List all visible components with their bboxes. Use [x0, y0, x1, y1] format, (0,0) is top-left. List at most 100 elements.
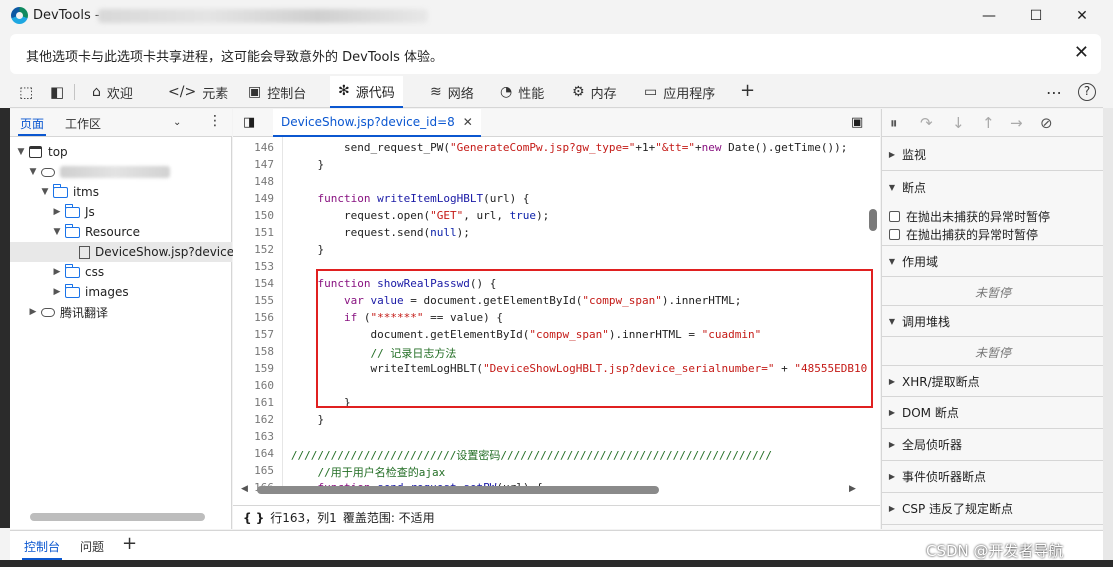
more-vertical-icon[interactable]: ⋮ [208, 113, 222, 129]
line-number[interactable]: 147 [254, 158, 274, 171]
tab-welcome[interactable]: ⌂ 欢迎 [92, 76, 133, 108]
line-number[interactable]: 152 [254, 243, 274, 256]
section-call-stack[interactable]: ▼ 调用堆栈 [882, 305, 1104, 337]
tree-label: images [85, 285, 129, 299]
vertical-scrollbar[interactable] [869, 209, 877, 231]
line-number[interactable]: 165 [254, 464, 274, 477]
drawer-tab-console[interactable]: 控制台 [21, 538, 63, 560]
line-number[interactable]: 156 [254, 311, 274, 324]
checkbox-label: 在抛出未捕获的异常时暂停 [906, 210, 1051, 224]
chevron-down-icon[interactable]: ⌄ [173, 117, 181, 128]
toggle-navigator-icon[interactable]: ◨ [243, 115, 255, 130]
tab-label: 源代码 [355, 85, 395, 101]
tab-page[interactable]: 页面 [17, 115, 47, 136]
line-number[interactable]: 161 [254, 396, 274, 409]
tab-label: 欢迎 [106, 86, 133, 102]
line-number[interactable]: 157 [254, 328, 274, 341]
step-icon[interactable]: → [1010, 114, 1023, 132]
line-number[interactable]: 154 [254, 277, 274, 290]
folder-icon [65, 283, 80, 298]
line-number[interactable]: 148 [254, 175, 274, 188]
line-number[interactable]: 160 [254, 379, 274, 392]
tree-item-css[interactable]: ▶ css [52, 262, 104, 282]
collapsed-triangle-icon: ▶ [53, 267, 61, 277]
window-icon: ▭ [644, 84, 658, 100]
window-title: DevTools - [33, 8, 100, 23]
expanded-triangle-icon: ▼ [888, 182, 896, 192]
code-line: ////////////////////////////设置密码////////… [291, 449, 772, 462]
pause-uncaught-checkbox[interactable]: 在抛出未捕获的异常时暂停 [889, 208, 1050, 225]
inspect-element-icon[interactable]: ⬚ [19, 83, 33, 101]
tab-workspace[interactable]: 工作区 [65, 115, 101, 132]
checkbox[interactable] [889, 229, 900, 240]
minimize-button[interactable]: — [966, 0, 1012, 32]
pretty-print-button[interactable]: { } [243, 511, 264, 525]
tree-item-tencent[interactable]: ▶ 腾讯翻译 [28, 302, 108, 322]
deactivate-breakpoints-icon[interactable]: ⊘ [1040, 114, 1053, 132]
bug-icon: ✻ [338, 83, 350, 99]
line-number[interactable]: 162 [254, 413, 274, 426]
line-number[interactable]: 151 [254, 226, 274, 239]
section-watch[interactable]: ▶ 监视 [882, 139, 1104, 171]
line-number[interactable]: 164 [254, 447, 274, 460]
line-number[interactable]: 155 [254, 294, 274, 307]
tree-item-host[interactable]: ▼ [28, 162, 170, 182]
line-number[interactable]: 150 [254, 209, 274, 222]
infobar-close-button[interactable]: ✕ [1074, 42, 1089, 63]
tab-label: 网络 [447, 86, 474, 102]
section-label: 作用域 [902, 254, 939, 269]
line-number[interactable]: 163 [254, 430, 274, 443]
line-number[interactable]: 159 [254, 362, 274, 375]
section-dom-breakpoints[interactable]: ▶ DOM 断点 [882, 397, 1104, 429]
tree-item-resource[interactable]: ▼ Resource [52, 222, 140, 242]
tab-network[interactable]: ≋ 网络 [430, 76, 474, 108]
tab-sources[interactable]: ✻ 源代码 [330, 76, 403, 108]
horizontal-scrollbar[interactable] [30, 513, 205, 521]
toggle-debugger-icon[interactable]: ▣ [851, 115, 863, 130]
editor-tab-deviceshow[interactable]: DeviceShow.jsp?device_id=8 ✕ [273, 109, 481, 137]
scroll-left-icon[interactable]: ◀ [241, 484, 248, 494]
tree-item-top[interactable]: ▼ top [16, 142, 68, 162]
line-number[interactable]: 146 [254, 141, 274, 154]
tab-console[interactable]: ▣ 控制台 [248, 76, 306, 108]
help-button[interactable]: ? [1078, 83, 1096, 101]
section-csp-breakpoints[interactable]: ▶ CSP 违反了规定断点 [882, 493, 1104, 525]
close-window-button[interactable]: ✕ [1059, 0, 1105, 32]
tab-elements[interactable]: </> 元素 [168, 76, 228, 108]
close-icon[interactable]: ✕ [463, 115, 473, 129]
pause-icon[interactable]: ⏸ [890, 114, 898, 132]
tree-item-images[interactable]: ▶ images [52, 282, 129, 302]
maximize-button[interactable]: ☐ [1013, 0, 1059, 32]
line-number[interactable]: 153 [254, 260, 274, 273]
tree-item-deviceshow[interactable]: DeviceShow.jsp?device_i [76, 242, 243, 262]
step-out-icon[interactable]: ↑ [982, 114, 995, 132]
file-icon [79, 245, 90, 259]
add-tool-button[interactable]: + [740, 80, 755, 101]
section-global-listeners[interactable]: ▶ 全局侦听器 [882, 429, 1104, 461]
drawer-tab-issues[interactable]: 问题 [80, 538, 104, 555]
tab-performance[interactable]: ◔ 性能 [500, 76, 544, 108]
chip-icon: ⚙ [572, 84, 585, 100]
tab-memory[interactable]: ⚙ 内存 [572, 76, 617, 108]
line-number[interactable]: 149 [254, 192, 274, 205]
collapsed-triangle-icon: ▶ [888, 408, 896, 417]
step-over-icon[interactable]: ↷ [920, 114, 933, 132]
section-xhr-breakpoints[interactable]: ▶ XHR/提取断点 [882, 365, 1104, 397]
add-drawer-tab-button[interactable]: + [122, 533, 137, 554]
step-into-icon[interactable]: ↓ [952, 114, 965, 132]
device-toolbar-icon[interactable]: ◧ [50, 83, 64, 101]
section-event-listener-breakpoints[interactable]: ▶ 事件侦听器断点 [882, 461, 1104, 493]
collapsed-triangle-icon: ▶ [53, 207, 61, 217]
tab-application[interactable]: ▭ 应用程序 [644, 76, 715, 108]
tree-item-js[interactable]: ▶ Js [52, 202, 95, 222]
tree-item-itms[interactable]: ▼ itms [40, 182, 99, 202]
section-label: XHR/提取断点 [902, 374, 980, 389]
section-scope[interactable]: ▼ 作用域 [882, 245, 1104, 277]
line-number[interactable]: 158 [254, 345, 274, 358]
scroll-right-icon[interactable]: ▶ [849, 484, 856, 494]
section-breakpoints[interactable]: ▼ 断点 [882, 171, 1104, 203]
checkbox[interactable] [889, 211, 900, 222]
more-options-button[interactable]: ⋯ [1046, 83, 1062, 102]
pause-caught-checkbox[interactable]: 在抛出捕获的异常时暂停 [889, 226, 1038, 243]
horizontal-scrollbar[interactable] [257, 486, 659, 494]
